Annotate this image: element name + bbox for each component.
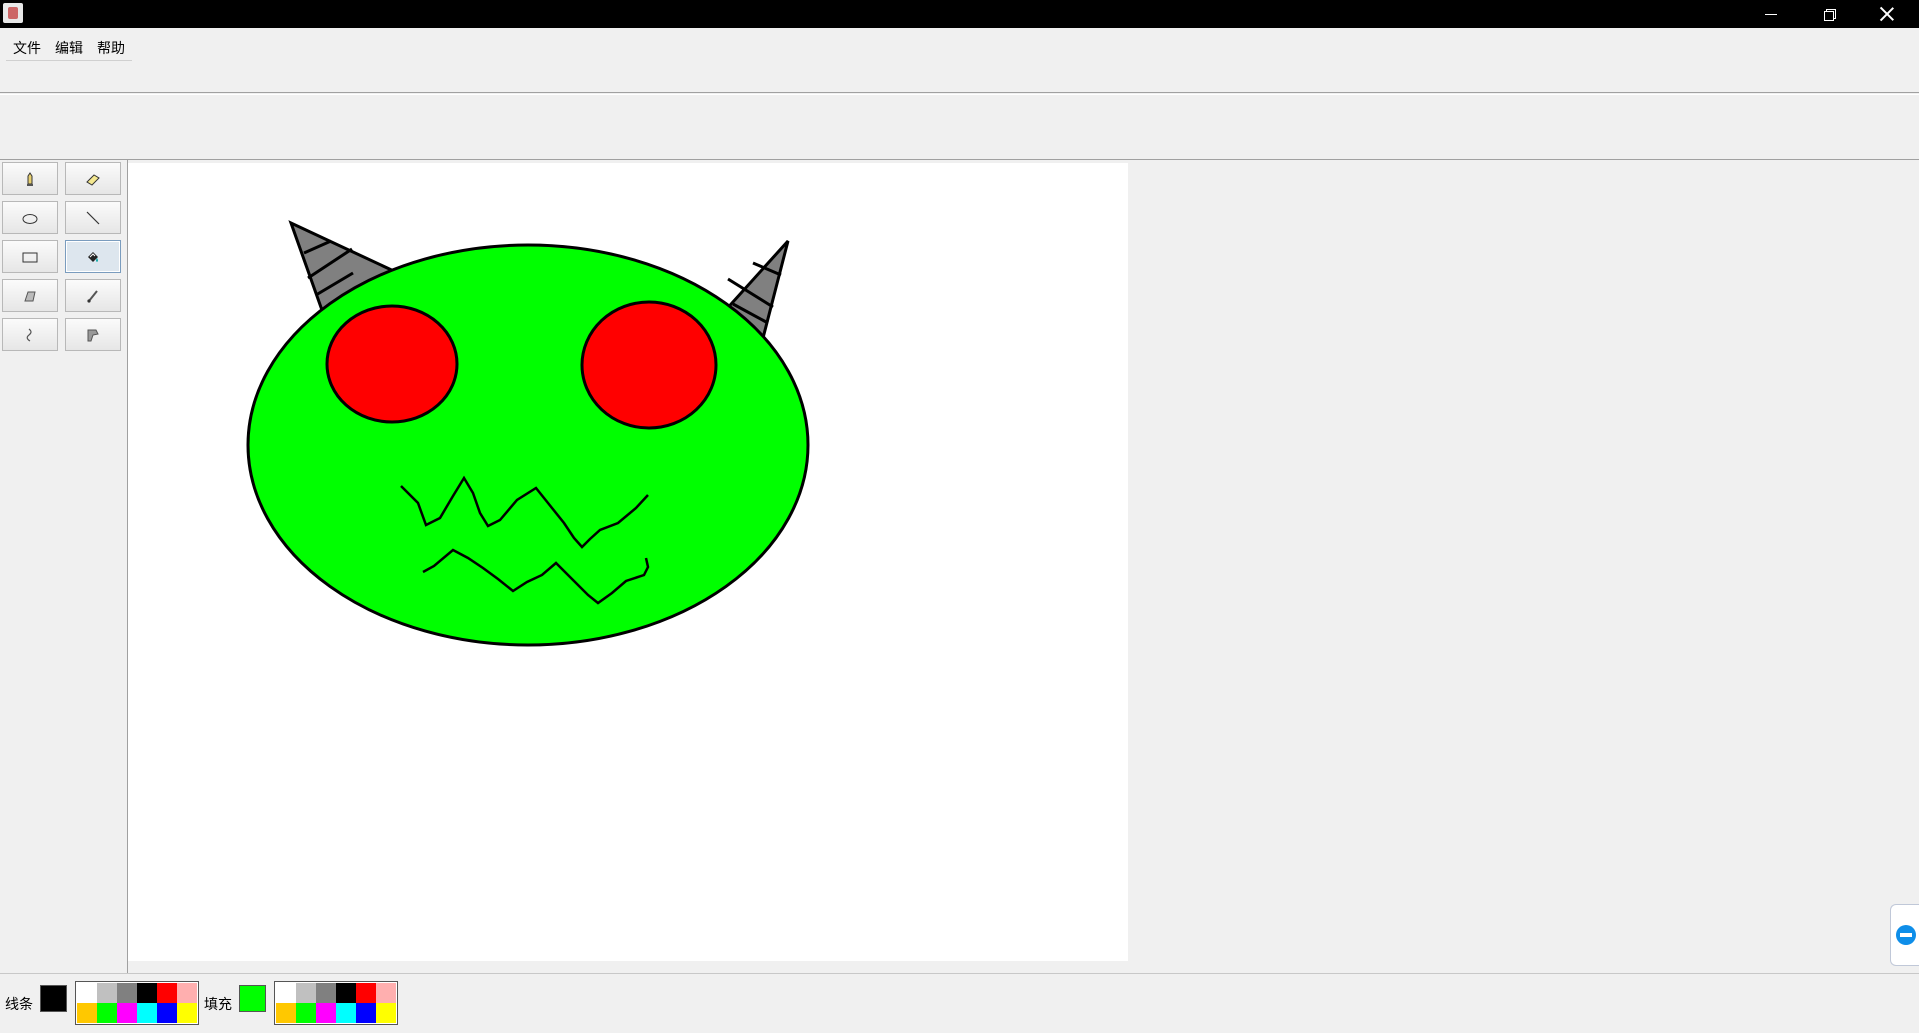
- tool-rectangle[interactable]: [2, 240, 58, 273]
- color-picker-icon: [87, 329, 99, 341]
- palette-color-cell[interactable]: [276, 1003, 296, 1023]
- tool-ellipse[interactable]: [2, 201, 58, 234]
- rectangle-icon: [22, 252, 38, 262]
- brush-icon: [87, 289, 98, 303]
- tool-panel: [0, 160, 128, 973]
- menu-help[interactable]: 帮助: [90, 36, 132, 60]
- menu-edit[interactable]: 编辑: [48, 36, 90, 60]
- minimize-button[interactable]: [1742, 0, 1800, 28]
- palette-color-cell[interactable]: [336, 1003, 356, 1023]
- canvas-area: [128, 160, 1919, 973]
- paint-bucket-icon: [88, 251, 98, 262]
- curve-icon: [26, 328, 32, 342]
- palette-color-cell[interactable]: [177, 1003, 197, 1023]
- palette-color-cell[interactable]: [137, 1003, 157, 1023]
- palette-color-cell[interactable]: [157, 983, 177, 1003]
- polygon-icon: [24, 291, 36, 301]
- line-icon: [86, 211, 100, 224]
- tool-curve[interactable]: [2, 318, 58, 351]
- minimize-icon: [1765, 13, 1777, 15]
- fill-color-swatch[interactable]: [239, 985, 266, 1012]
- ellipse-icon: [22, 213, 38, 224]
- close-icon: [1880, 7, 1894, 21]
- pencil-icon: [27, 171, 33, 186]
- palette-color-cell[interactable]: [77, 1003, 97, 1023]
- palette-color-cell[interactable]: [296, 983, 316, 1003]
- menu-items: 文件 编辑 帮助: [6, 36, 132, 61]
- palette-color-cell[interactable]: [316, 983, 336, 1003]
- palette-color-cell[interactable]: [296, 1003, 316, 1023]
- eraser-icon: [86, 173, 100, 186]
- tool-brush[interactable]: [65, 279, 121, 312]
- restore-button[interactable]: [1800, 0, 1858, 28]
- tool-eraser[interactable]: [65, 162, 121, 195]
- tool-polygon[interactable]: [2, 279, 58, 312]
- menu-file[interactable]: 文件: [6, 36, 48, 60]
- palette-color-cell[interactable]: [157, 1003, 177, 1023]
- palette-color-cell[interactable]: [376, 1003, 396, 1023]
- tool-color-picker[interactable]: [65, 318, 121, 351]
- menu-bar: 文件 编辑 帮助: [0, 28, 1919, 93]
- palette-color-cell[interactable]: [336, 983, 356, 1003]
- tool-pencil[interactable]: [2, 162, 58, 195]
- palette-color-cell[interactable]: [177, 983, 197, 1003]
- drawing: [246, 220, 810, 647]
- palette-color-cell[interactable]: [356, 983, 376, 1003]
- stroke-label: 线条: [5, 997, 33, 1013]
- tool-line[interactable]: [65, 201, 121, 234]
- palette-color-cell[interactable]: [117, 1003, 137, 1023]
- stroke-color-swatch[interactable]: [40, 985, 67, 1012]
- fill-label: 填充: [204, 997, 232, 1013]
- drawing-canvas[interactable]: [128, 163, 1128, 961]
- teamviewer-icon: [1895, 925, 1916, 945]
- restore-icon: [1823, 8, 1836, 21]
- left-eye: [325, 304, 459, 424]
- palette-color-cell[interactable]: [356, 1003, 376, 1023]
- title-bar: [0, 0, 1919, 28]
- stroke-palette: [75, 981, 199, 1025]
- face: [246, 243, 810, 647]
- palette-color-cell[interactable]: [77, 983, 97, 1003]
- close-button[interactable]: [1858, 0, 1916, 28]
- palette-color-cell[interactable]: [97, 983, 117, 1003]
- fill-palette: [274, 981, 398, 1025]
- color-bar: 线条 填充: [0, 973, 1919, 1033]
- palette-color-cell[interactable]: [137, 983, 157, 1003]
- tool-paint-bucket[interactable]: [65, 240, 121, 273]
- palette-color-cell[interactable]: [276, 983, 296, 1003]
- palette-color-cell[interactable]: [316, 1003, 336, 1023]
- right-eye: [580, 300, 718, 430]
- teamviewer-tab[interactable]: [1890, 904, 1919, 966]
- java-cup-icon[interactable]: [3, 3, 23, 23]
- palette-color-cell[interactable]: [376, 983, 396, 1003]
- palette-color-cell[interactable]: [117, 983, 137, 1003]
- palette-color-cell[interactable]: [97, 1003, 117, 1023]
- toolbar-strip: [0, 94, 1919, 160]
